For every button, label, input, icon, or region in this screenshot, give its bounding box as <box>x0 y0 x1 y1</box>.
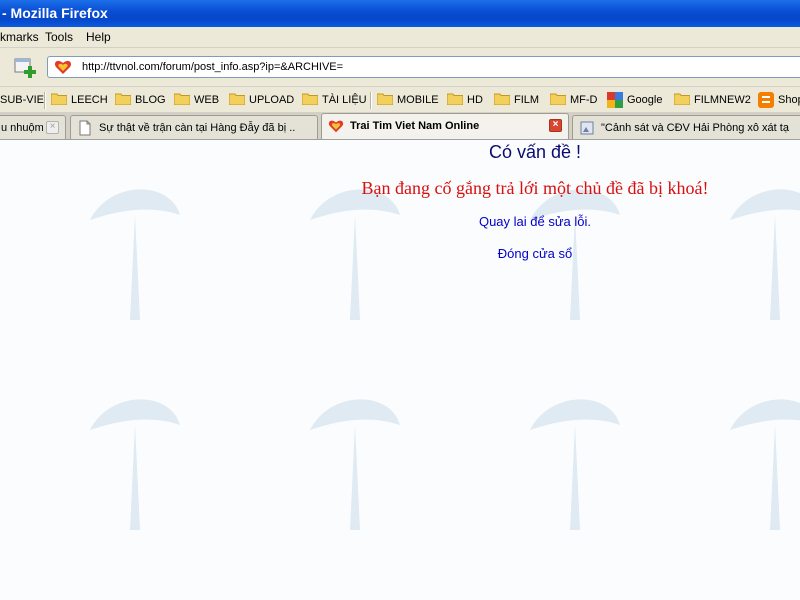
menu-help[interactable]: Help <box>86 27 111 47</box>
tab-3-active[interactable]: Trai Tim Viet Nam Online × <box>321 113 569 139</box>
toolbar-separator <box>370 92 372 109</box>
menu-bookmarks[interactable]: kmarks <box>0 27 39 47</box>
bookmark-web[interactable]: WEB <box>174 91 219 109</box>
close-tab-icon[interactable]: × <box>549 119 562 132</box>
bookmark-label: WEB <box>194 94 220 106</box>
bookmark-label: FILMNEW2 <box>694 94 751 106</box>
window-title-bar[interactable]: - Mozilla Firefox <box>0 0 800 27</box>
tab-1[interactable]: u nhuộm... × <box>0 115 66 139</box>
document-icon <box>79 120 91 136</box>
watermark-pattern <box>310 399 400 530</box>
menu-tools[interactable]: Tools <box>45 27 73 47</box>
menu-bar: kmarks Tools Help <box>0 27 800 47</box>
blogger-icon <box>758 92 774 109</box>
navigation-toolbar <box>0 47 800 86</box>
watermark-pattern <box>90 189 180 320</box>
error-message: Bạn đang cố gắng trả lới một chủ đề đã b… <box>361 178 709 198</box>
watermark-pattern <box>90 399 180 530</box>
folder-icon <box>174 93 190 106</box>
page-content: Có vấn đề ! Bạn đang cố gắng trả lới một… <box>0 140 800 600</box>
bookmark-label: BLOG <box>135 94 166 106</box>
url-input[interactable] <box>82 58 782 76</box>
tab-4[interactable]: "Cảnh sát và CĐV Hải Phòng xô xát tại ..… <box>572 115 800 139</box>
toolbar-separator <box>44 92 46 109</box>
bookmark-label: MOBILE <box>397 94 439 106</box>
bookmark-blog[interactable]: BLOG <box>115 91 166 109</box>
address-bar[interactable] <box>47 56 800 78</box>
page-title: Có vấn đề ! <box>488 142 582 162</box>
folder-icon <box>674 93 690 106</box>
folder-icon <box>115 93 131 106</box>
bookmark-mobile[interactable]: MOBILE <box>377 91 439 109</box>
window-title: - Mozilla Firefox <box>2 5 108 21</box>
tab-label: u nhuộm... <box>1 122 43 134</box>
tab-label: Trai Tim Viet Nam Online <box>350 120 480 132</box>
bookmark-label: Shop <box>778 94 800 106</box>
folder-icon <box>447 93 463 106</box>
new-tab-icon <box>14 58 36 78</box>
ttvn-heart-icon <box>328 120 344 133</box>
bookmark-label: UPLOAD <box>249 94 295 106</box>
bookmark-label: Google <box>627 94 663 106</box>
bookmark-leech[interactable]: LEECH <box>51 91 108 109</box>
folder-icon <box>51 93 67 106</box>
bookmark-tai-lieu[interactable]: TÀI LIỆU <box>302 91 367 109</box>
tab-2[interactable]: Sự thật về trận càn tại Hàng Đẫy đã bị .… <box>70 115 318 139</box>
bookmark-hd[interactable]: HD <box>447 91 483 109</box>
bookmark-label: LEECH <box>71 94 108 106</box>
bookmarks-toolbar: SUB-VIE LEECH BLOG WEB UPLOAD TÀI LIỆU M… <box>0 86 800 112</box>
bookmark-filmnew2[interactable]: FILMNEW2 <box>674 91 751 109</box>
bookmark-label: SUB-VIE <box>0 94 45 106</box>
folder-icon <box>377 93 393 106</box>
new-tab-button[interactable] <box>13 54 39 80</box>
bookmark-upload[interactable]: UPLOAD <box>229 91 294 109</box>
bookmark-label: FILM <box>514 94 540 106</box>
bookmark-sub-vie[interactable]: SUB-VIE <box>0 91 44 109</box>
tab-strip: u nhuộm... × Sự thật về trận càn tại Hàn… <box>0 112 800 140</box>
google-icon <box>607 92 623 109</box>
watermark-pattern <box>530 399 620 530</box>
bookmark-film[interactable]: FILM <box>494 91 539 109</box>
bookmark-mf-d[interactable]: MF-D <box>550 91 598 109</box>
close-window-link[interactable]: Đóng cửa sổ <box>270 246 800 261</box>
tab-label: "Cảnh sát và CĐV Hải Phòng xô xát tại ..… <box>601 122 789 134</box>
ttvn-heart-icon <box>54 60 72 74</box>
close-tab-icon[interactable]: × <box>46 121 59 134</box>
bookmark-label: HD <box>467 94 483 106</box>
bookmark-label: TÀI LIỆU <box>322 94 367 106</box>
folder-icon <box>229 93 245 106</box>
go-back-link[interactable]: Quay lai để sửa lỗi. <box>270 214 800 229</box>
bookmark-label: MF-D <box>570 94 598 106</box>
tab-label: Sự thật về trận càn tại Hàng Đẫy đã bị .… <box>99 122 295 134</box>
bookmark-google[interactable]: Google <box>607 91 662 109</box>
folder-icon <box>494 93 510 106</box>
folder-icon <box>302 93 318 106</box>
bookmark-shop[interactable]: Shop <box>758 91 800 109</box>
page-image-icon <box>580 121 594 135</box>
watermark-pattern <box>730 399 800 530</box>
folder-icon <box>550 93 566 106</box>
